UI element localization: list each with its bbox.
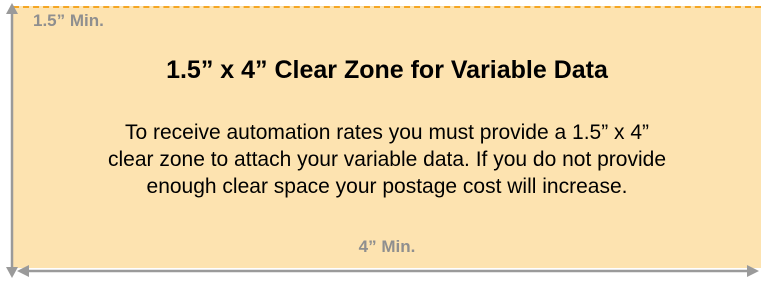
width-dimension-label: 4” Min. (358, 237, 416, 256)
zone-description: To receive automation rates you must pro… (13, 119, 761, 200)
zone-title: 1.5” x 4” Clear Zone for Variable Data (166, 56, 608, 84)
vertical-arrow-head-top (6, 3, 18, 14)
horizontal-arrow-head-right (747, 265, 759, 277)
height-dimension-label: 1.5” Min. (33, 11, 104, 30)
horizontal-arrow-head-left (17, 265, 29, 277)
horizontal-dimension-arrow (17, 265, 759, 277)
description-line-2: clear zone to attach your variable data.… (107, 148, 666, 171)
description-line-3: enough clear space your postage cost wil… (146, 175, 628, 198)
description-line-1: To receive automation rates you must pro… (124, 121, 650, 144)
vertical-arrow-head-bottom (6, 267, 18, 278)
